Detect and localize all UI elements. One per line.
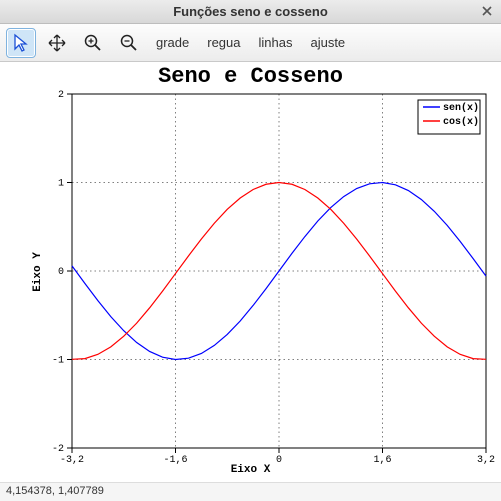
window-titlebar: Funções seno e cosseno <box>0 0 501 24</box>
pan-tool-button[interactable] <box>42 28 72 58</box>
close-icon[interactable] <box>479 3 495 19</box>
svg-text:cos(x): cos(x) <box>443 116 479 128</box>
ajuste-button[interactable]: ajuste <box>304 31 351 54</box>
regua-button[interactable]: regua <box>201 31 246 54</box>
svg-text:-2: -2 <box>52 444 64 455</box>
svg-text:-1: -1 <box>52 356 64 367</box>
svg-text:2: 2 <box>58 90 64 101</box>
zoom-out-button[interactable] <box>114 28 144 58</box>
svg-text:1,6: 1,6 <box>373 455 391 466</box>
chart-svg: -3,2 -1,6 0 1,6 3,2 -2 -1 0 1 2 sen(x) cos(x) <box>0 62 501 482</box>
cursor-coords: 4,154378, 1,407789 <box>6 485 104 497</box>
svg-text:-1,6: -1,6 <box>163 455 187 466</box>
statusbar: 4,154378, 1,407789 <box>0 482 501 501</box>
grade-button[interactable]: grade <box>150 31 195 54</box>
svg-text:0: 0 <box>58 267 64 278</box>
svg-text:-3,2: -3,2 <box>60 455 84 466</box>
linhas-button[interactable]: linhas <box>253 31 299 54</box>
zoom-in-button[interactable] <box>78 28 108 58</box>
toolbar: grade regua linhas ajuste <box>0 24 501 62</box>
svg-text:0: 0 <box>276 455 282 466</box>
window-title: Funções seno e cosseno <box>0 4 501 19</box>
svg-text:3,2: 3,2 <box>477 455 495 466</box>
svg-text:1: 1 <box>58 179 64 190</box>
pointer-tool-button[interactable] <box>6 28 36 58</box>
svg-text:sen(x): sen(x) <box>443 102 479 114</box>
plot-area[interactable]: Seno e Cosseno Eixo Y Eixo X -3,2-1,601,… <box>0 62 501 482</box>
